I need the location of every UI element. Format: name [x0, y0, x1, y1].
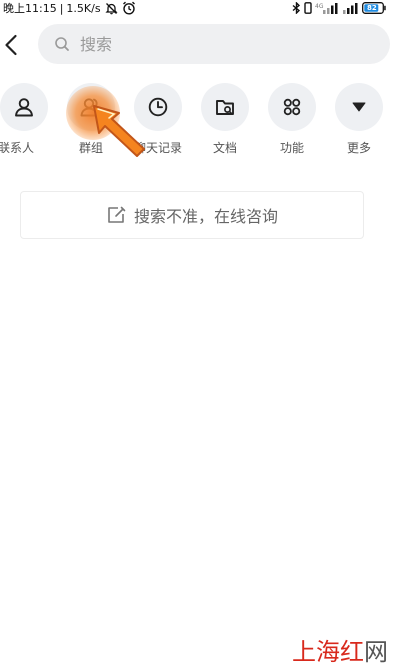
category-icon-circle	[268, 83, 316, 131]
back-button[interactable]	[0, 30, 22, 60]
battery-level: 82	[367, 4, 377, 12]
category-icon-circle	[0, 83, 48, 131]
category-icon-circle	[335, 83, 383, 131]
category-label: 功能	[279, 141, 304, 155]
category-bar: 联系人 群组 聊天记录 文档 功能 更多	[0, 83, 400, 163]
svg-text:4G: 4G	[315, 3, 324, 10]
vibrate-icon	[304, 0, 312, 18]
category-label: 文档	[212, 141, 237, 155]
battery-icon: 82	[362, 2, 386, 14]
category-functions[interactable]: 功能	[268, 83, 320, 163]
status-left: 晚上11:15 | 1.5K/s	[3, 0, 136, 16]
group-icon	[80, 98, 102, 117]
mute-bell-icon	[105, 2, 118, 15]
category-documents[interactable]: 文档	[201, 83, 253, 163]
watermark-gray-text: 网	[364, 638, 388, 666]
status-right: 4G 82	[292, 0, 386, 16]
category-label: 聊天记录	[134, 141, 183, 155]
category-icon-circle	[134, 83, 182, 131]
search-input[interactable]	[80, 34, 360, 54]
category-label: 群组	[78, 141, 103, 155]
triangle-down-icon	[352, 102, 366, 112]
status-separator: |	[59, 1, 64, 15]
status-bar: 晚上11:15 | 1.5K/s 4G 82	[0, 0, 400, 16]
signal-4g-icon: 4G	[315, 0, 339, 18]
category-groups[interactable]: 群组	[67, 83, 119, 163]
signal-icon	[342, 0, 359, 18]
bluetooth-icon	[292, 0, 301, 18]
site-watermark: 上海红 网	[292, 632, 388, 667]
category-label: 更多	[346, 141, 371, 155]
alarm-clock-icon	[122, 1, 136, 15]
folder-icon	[216, 100, 234, 115]
search-icon	[54, 36, 70, 52]
watermark-red-text: 上海红	[292, 638, 364, 666]
grid-icon	[283, 98, 301, 116]
person-icon	[15, 98, 33, 117]
consult-label: 搜索不准，在线咨询	[133, 207, 278, 226]
search-row	[0, 24, 400, 64]
category-chat-history[interactable]: 聊天记录	[134, 83, 186, 163]
network-speed: 1.5K/s	[66, 1, 101, 15]
edit-icon	[106, 205, 126, 225]
category-icon-circle	[201, 83, 249, 131]
category-icon-circle	[67, 83, 115, 131]
search-box[interactable]	[38, 24, 390, 64]
status-time: 晚上11:15	[3, 2, 57, 15]
chevron-left-icon	[5, 34, 17, 56]
category-more[interactable]: 更多	[335, 83, 387, 163]
consult-button[interactable]: 搜索不准，在线咨询	[20, 191, 364, 239]
category-contacts[interactable]: 联系人	[0, 83, 52, 163]
category-label: 联系人	[0, 141, 35, 155]
clock-icon	[148, 97, 168, 117]
